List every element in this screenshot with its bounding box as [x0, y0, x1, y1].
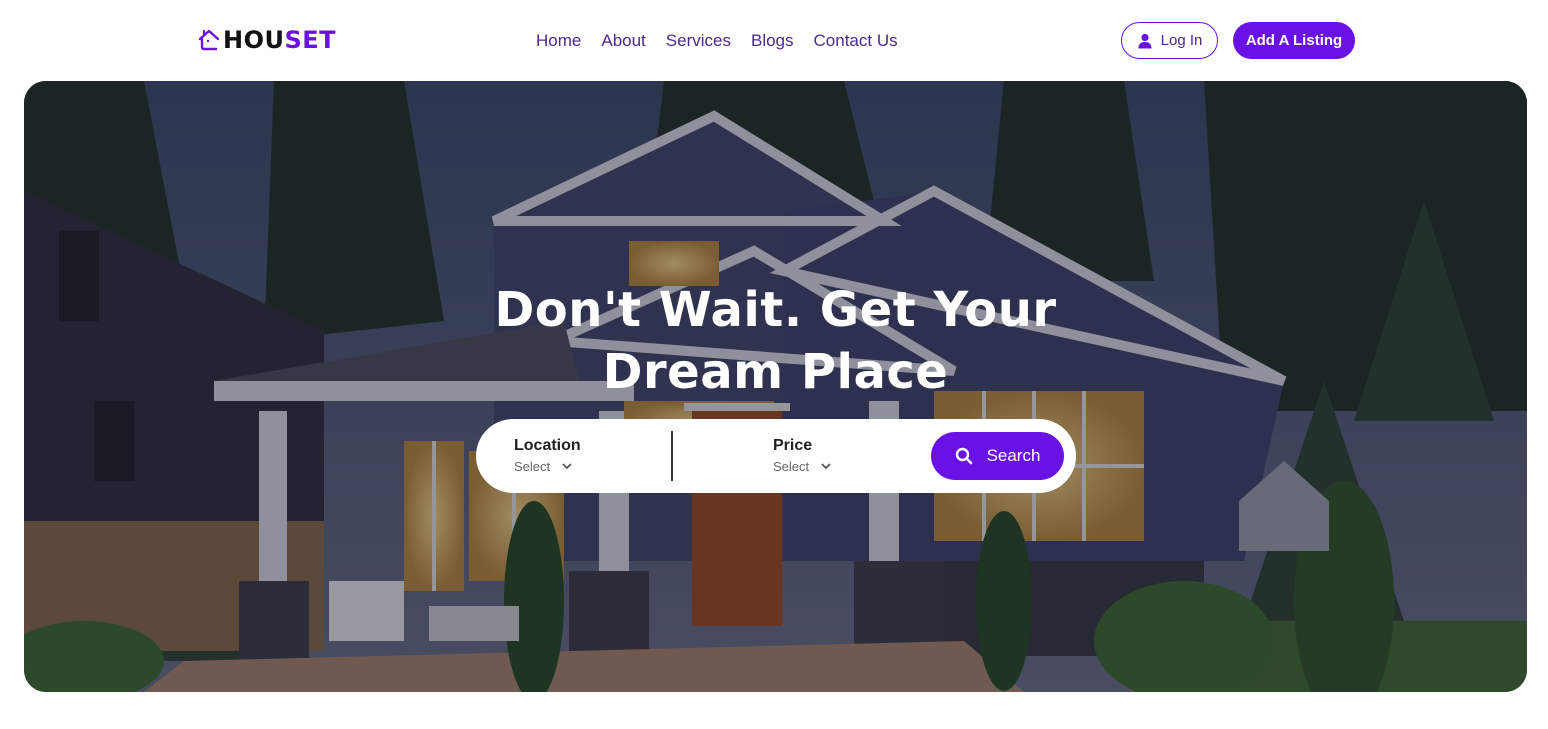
search-icon [955, 447, 972, 465]
price-field[interactable]: Price Select [773, 436, 831, 474]
chevron-down-icon [562, 463, 572, 470]
price-value: Select [773, 459, 810, 474]
nav-contact-us[interactable]: Contact Us [814, 30, 898, 52]
search-button[interactable]: Search [931, 432, 1064, 480]
chevron-down-icon [821, 463, 831, 470]
logo[interactable]: HOUSET [197, 26, 336, 54]
main-nav: Home About Services Blogs Contact Us [536, 30, 918, 52]
house-logo-icon [198, 29, 220, 51]
nav-about[interactable]: About [601, 30, 645, 52]
add-listing-button[interactable]: Add A Listing [1233, 22, 1355, 59]
nav-home[interactable]: Home [536, 30, 581, 52]
nav-blogs[interactable]: Blogs [751, 30, 794, 52]
hero-title-line1: Don't Wait. Get Your [494, 282, 1057, 338]
login-button[interactable]: Log In [1121, 22, 1218, 59]
nav-services[interactable]: Services [666, 30, 731, 52]
hero-title-line2: Dream Place [602, 344, 949, 400]
price-label: Price [773, 437, 813, 454]
search-divider [671, 431, 673, 481]
add-listing-label: Add A Listing [1245, 32, 1343, 49]
search-bar: Location Select Price Select Search [476, 419, 1076, 493]
login-label: Log In [1160, 32, 1203, 49]
hero-banner: Don't Wait. Get Your Dream Place Locatio… [24, 81, 1527, 692]
location-select[interactable]: Select [514, 459, 581, 474]
search-button-label: Search [986, 446, 1041, 465]
hero-title: Don't Wait. Get Your Dream Place [24, 279, 1527, 403]
site-header: HOUSET Home About Services Blogs Contact… [0, 0, 1548, 80]
location-label: Location [514, 437, 581, 454]
location-field[interactable]: Location Select [514, 436, 581, 474]
logo-text: HOUSET [223, 26, 337, 54]
price-select[interactable]: Select [773, 459, 831, 474]
user-icon [1138, 33, 1152, 48]
location-value: Select [514, 459, 551, 474]
